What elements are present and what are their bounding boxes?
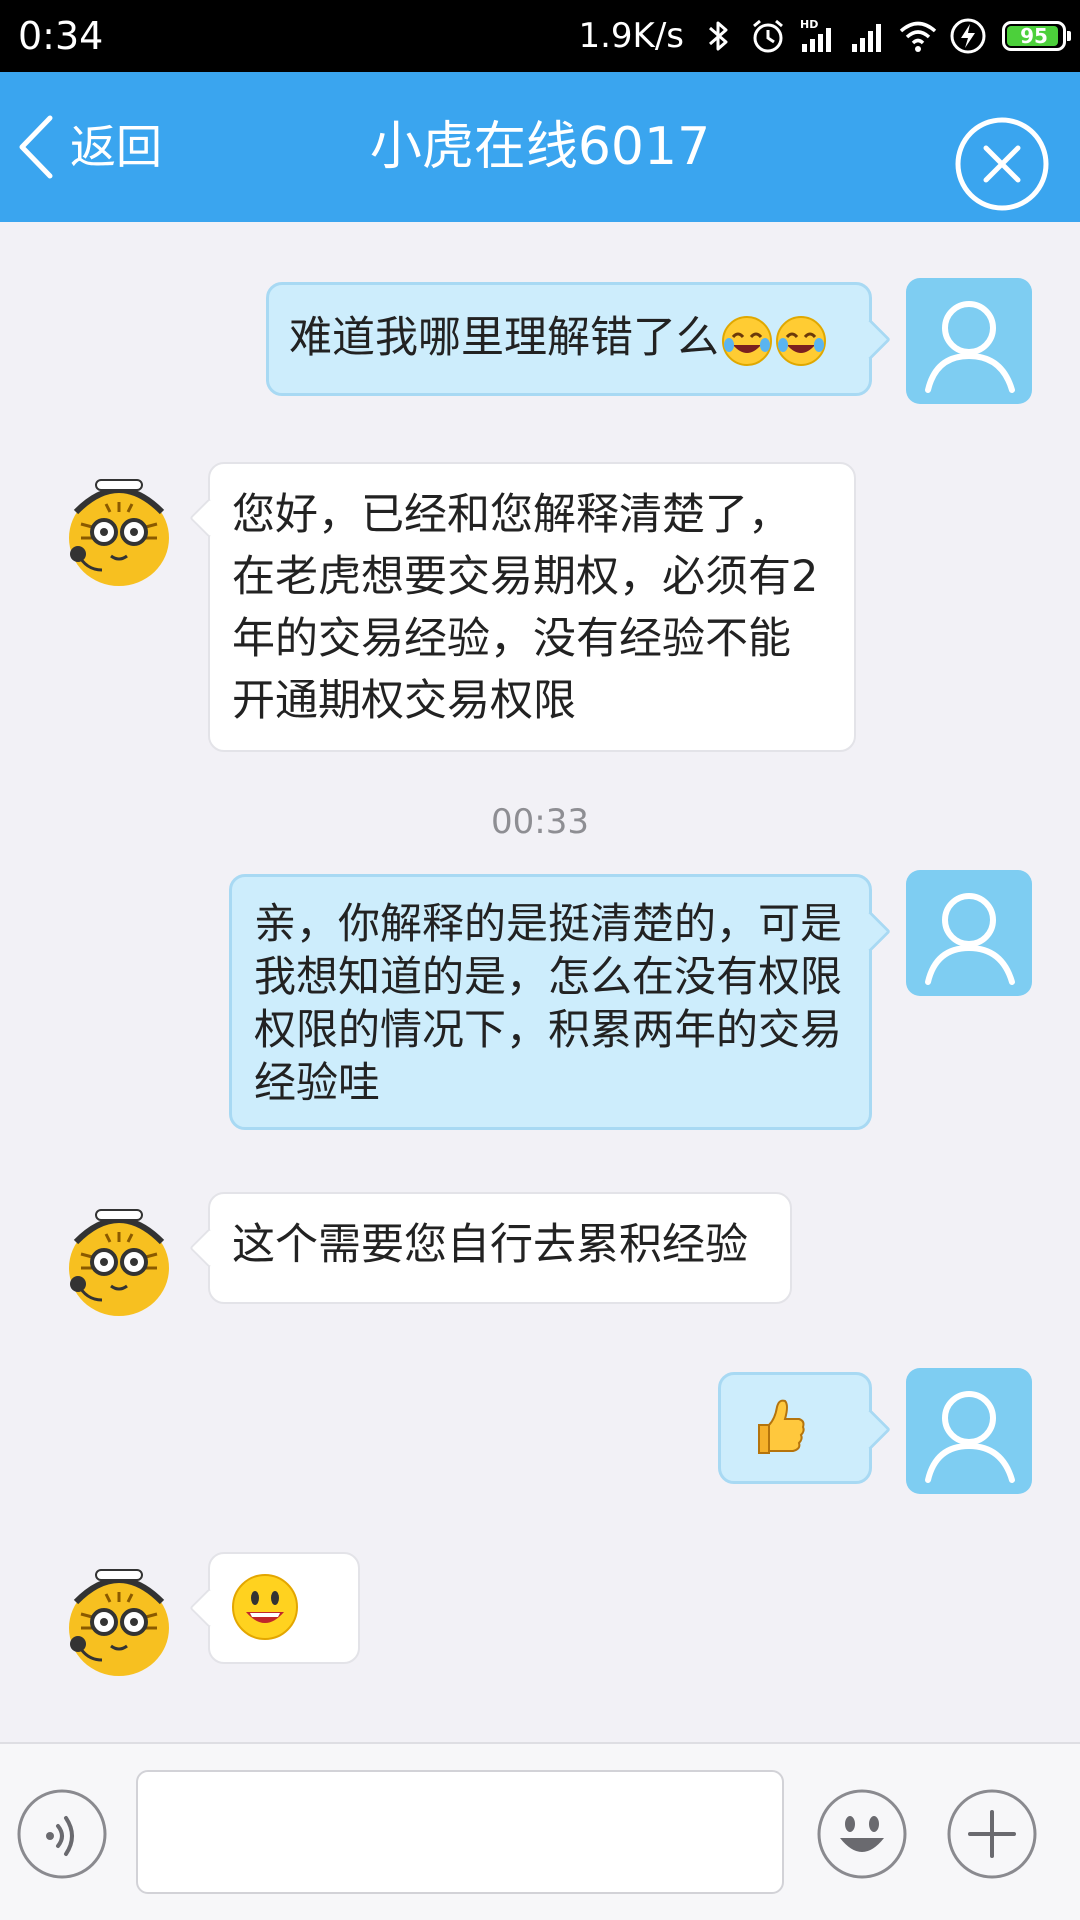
status-time: 0:34 [18,14,104,58]
battery-level: 95 [1020,24,1048,48]
chat-header: 返回 小虎在线6017 [0,72,1080,222]
cell-signal-icon [848,16,888,56]
message-bubble-incoming[interactable]: 这个需要您自行去累积经验 [208,1192,792,1304]
plus-button[interactable] [946,1788,1038,1880]
user-avatar[interactable] [906,870,1032,996]
user-silhouette-icon [925,893,1015,985]
screen: 0:34 1.9K/s HD 95 返回 小虎在线6017 难道我哪里理解错了么… [0,0,1080,1920]
message-bubble-incoming[interactable] [208,1552,360,1664]
status-bar: 0:34 1.9K/s HD 95 [0,0,1080,72]
message-bubble-outgoing[interactable]: 难道我哪里理解错了么 [266,282,872,396]
chat-area[interactable]: 难道我哪里理解错了么 您好，已经和您解释清楚了，在老虎想要交易期权，必须有2年的… [0,222,1080,1742]
message-input[interactable] [136,1770,784,1894]
tears-of-joy-emoji [721,315,773,367]
message-bubble-outgoing[interactable]: 亲，你解释的是挺清楚的，可是我想知道的是，怎么在没有权限权限的情况下，积累两年的… [229,874,872,1130]
alarm-icon [748,16,788,56]
emoji-button[interactable] [816,1788,908,1880]
back-button[interactable]: 返回 [14,112,162,182]
tears-of-joy-emoji [775,315,827,367]
close-circle-icon [955,117,1049,211]
back-label: 返回 [70,120,162,174]
close-button[interactable] [952,114,1052,214]
message-text: 难道我哪里理解错了么 [289,313,719,363]
message-text: 您好，已经和您解释清楚了，在老虎想要交易期权，必须有2年的交易经验，没有经验不能… [232,490,819,726]
agent-avatar[interactable] [56,1196,182,1322]
wifi-icon [898,16,938,56]
message-timestamp: 00:33 [491,802,589,842]
charging-icon [948,16,988,56]
page-title: 小虎在线6017 [369,117,711,177]
user-avatar[interactable] [906,1368,1032,1494]
agent-avatar[interactable] [56,1556,182,1682]
battery-icon: 95 [1002,21,1071,51]
status-icons: 1.9K/s HD 95 [578,12,1071,60]
network-speed: 1.9K/s [578,16,684,56]
tiger-mascot-icon [69,479,169,586]
voice-button[interactable] [16,1788,108,1880]
tiger-mascot-icon [69,1209,169,1316]
thumbs-up-emoji [745,1395,809,1459]
bluetooth-icon [698,16,738,56]
message-bubble-incoming[interactable]: 您好，已经和您解释清楚了，在老虎想要交易期权，必须有2年的交易经验，没有经验不能… [208,462,856,752]
chevron-left-icon [19,115,53,179]
voice-icon [17,1789,107,1879]
input-bar [0,1742,1080,1920]
agent-avatar[interactable] [56,466,182,592]
user-silhouette-icon [925,1391,1015,1483]
svg-text:HD: HD [800,18,818,31]
message-bubble-outgoing[interactable] [718,1372,872,1484]
user-silhouette-icon [925,301,1015,393]
plus-icon [947,1789,1037,1879]
hd-signal-icon: HD [798,16,838,56]
smiley-face-emoji [230,1572,300,1642]
user-avatar[interactable] [906,278,1032,404]
emoji-face-icon [817,1789,907,1879]
tiger-mascot-icon [69,1569,169,1676]
message-text: 这个需要您自行去累积经验 [232,1220,748,1270]
message-text: 亲，你解释的是挺清楚的，可是我想知道的是，怎么在没有权限权限的情况下，积累两年的… [254,899,843,1107]
